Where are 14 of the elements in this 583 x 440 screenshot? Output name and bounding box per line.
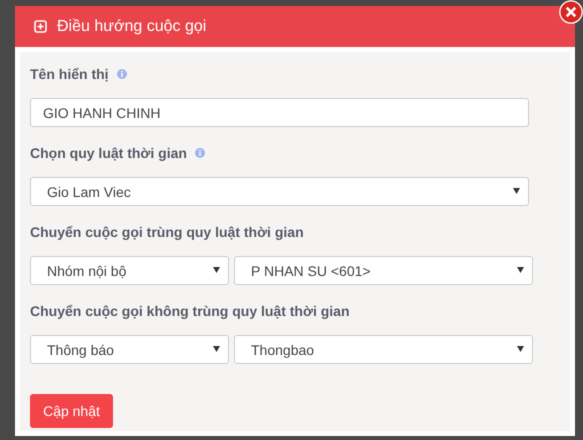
text-field[interactable]: GIO HANH CHINH [30, 98, 529, 127]
field-label: Chuyển cuộc gọi không trùng quy luật thời gian [30, 303, 350, 319]
dropdown[interactable]: Thongbao [234, 335, 533, 364]
dialog-title: Điều hướng cuộc gọi [57, 18, 206, 36]
field-label: Chuyển cuộc gọi trùng quy luật thời gian [30, 224, 304, 240]
dropdown[interactable]: Thông báo [30, 335, 229, 364]
field-label: Tên hiển thị [30, 66, 109, 82]
field-label: Chọn quy luật thời gian [30, 145, 187, 161]
update-button[interactable]: Cập nhật [30, 394, 113, 428]
plus-square-icon [34, 20, 47, 33]
dropdown[interactable]: P NHAN SU <601> [234, 256, 533, 285]
dropdown[interactable]: Gio Lam Viec [30, 177, 529, 206]
close-button[interactable] [559, 0, 583, 24]
dropdown[interactable]: Nhóm nội bộ [30, 256, 229, 285]
